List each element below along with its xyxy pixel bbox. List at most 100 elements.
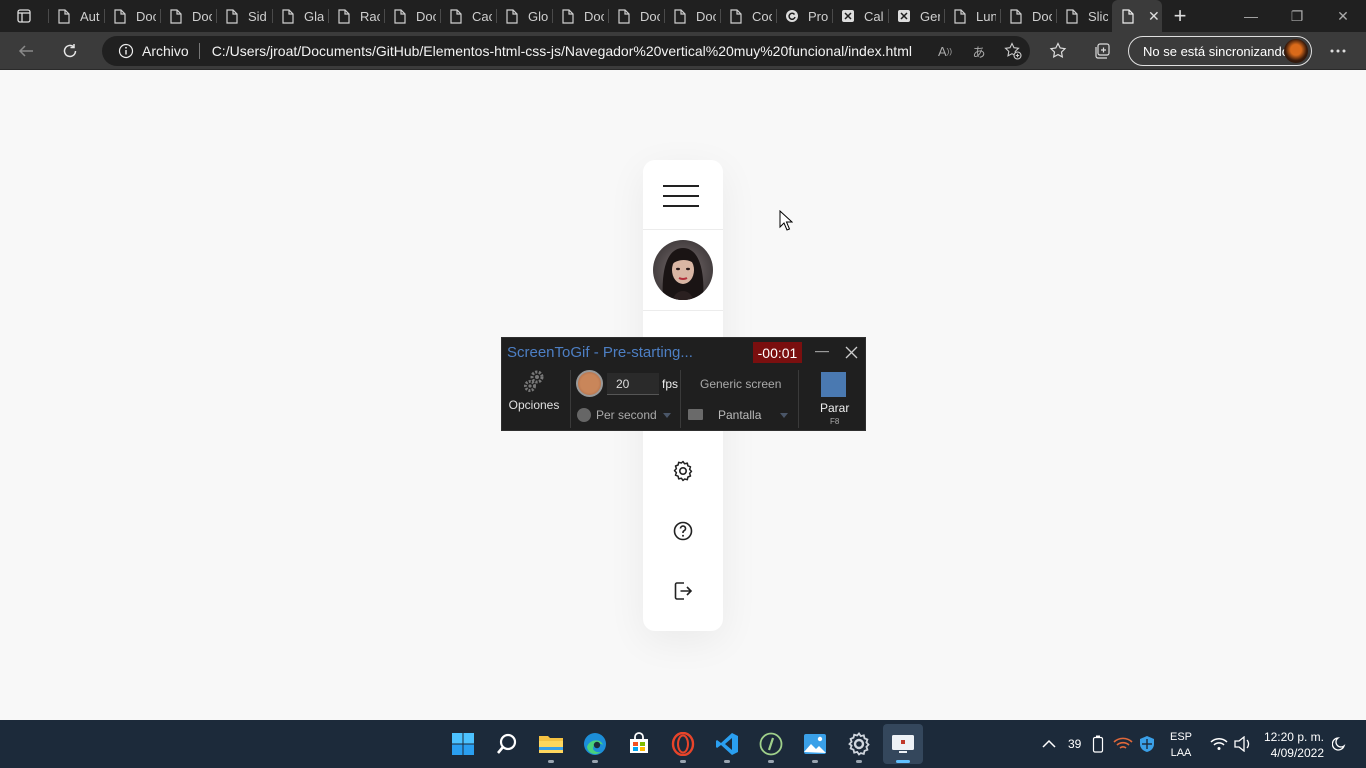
options-button[interactable]: Opciones [507,368,561,428]
fps-unit-label: fps [662,377,679,391]
browser-tab[interactable]: Doc [160,0,216,32]
opera-icon[interactable] [663,724,703,764]
close-tab-icon[interactable]: ✕ [1148,8,1160,25]
collections-button[interactable] [1084,35,1120,67]
translate-icon[interactable]: あ [962,36,996,66]
reload-site-icon [784,8,800,24]
url-text[interactable]: C:/Users/jroat/Documents/GitHub/Elemento… [212,43,928,59]
fps-input[interactable]: 20 [607,373,659,395]
tray-badge[interactable]: 39 [1068,720,1081,768]
edge-icon[interactable] [575,724,615,764]
address-bar[interactable]: Archivo C:/Users/jroat/Documents/GitHub/… [102,36,1030,66]
browser-tab[interactable]: Aut [48,0,104,32]
tab-label: Doc [136,8,156,24]
battery-icon[interactable] [1092,720,1104,768]
settings-icon[interactable] [839,724,879,764]
vscode-icon[interactable] [707,724,747,764]
monitor-icon [688,409,703,420]
favorites-button[interactable] [1040,35,1076,67]
browser-tab[interactable]: Doc [104,0,160,32]
browser-tab[interactable]: Pro [776,0,832,32]
countdown-timer: -00:01 [753,342,802,363]
browser-tab[interactable]: Sid [216,0,272,32]
page-icon [560,8,576,24]
browser-tab[interactable]: Gla [272,0,328,32]
tab-active[interactable]: ✕ [1112,0,1162,32]
browser-tab[interactable]: Coc [720,0,776,32]
photos-icon[interactable] [795,724,835,764]
refresh-button[interactable] [52,35,88,67]
notifications-icon[interactable] [1332,720,1348,768]
back-button[interactable] [8,35,44,67]
add-favorite-icon[interactable] [996,36,1030,66]
new-tab-button[interactable]: + [1162,0,1198,32]
tab-actions-button[interactable] [0,0,48,32]
collections-icon [1095,43,1110,59]
screentogif-icon[interactable] [883,724,923,764]
chevron-down-icon[interactable] [780,413,788,418]
browser-toolbar: Archivo C:/Users/jroat/Documents/GitHub/… [0,32,1366,70]
page-icon [1008,8,1024,24]
site-info-button[interactable]: Archivo [102,36,199,66]
page-icon [1120,8,1136,24]
file-explorer-icon[interactable] [531,724,571,764]
volume-icon[interactable] [1234,720,1252,768]
tab-label: Rac [360,8,380,24]
tab-label: Sid [248,8,267,24]
show-hidden-icons-button[interactable] [1042,720,1056,768]
minimize-window-button[interactable]: — [1228,0,1274,32]
tab-label: Doc [1032,8,1052,24]
browser-tab[interactable]: Doc [384,0,440,32]
screen-select[interactable]: Pantalla [718,408,761,422]
browser-tab[interactable]: Slic [1056,0,1112,32]
search-icon[interactable] [487,724,527,764]
profile-avatar[interactable] [653,240,713,300]
browser-tab[interactable]: Doc [552,0,608,32]
app-icon[interactable] [751,724,791,764]
tab-label: Doc [416,8,436,24]
browser-tab[interactable]: Doc [664,0,720,32]
system-clock[interactable]: 12:20 p. m. 4/09/2022 [1262,729,1324,761]
settings-icon[interactable] [671,459,695,483]
read-aloud-icon[interactable]: A)) [928,36,962,66]
browser-tab[interactable]: Rac [328,0,384,32]
logout-icon[interactable] [671,579,695,603]
settings-more-button[interactable] [1320,35,1356,67]
security-shield-icon[interactable] [1138,720,1156,768]
browser-tab[interactable]: Glo [496,0,552,32]
frequency-select[interactable]: Per second [577,408,657,422]
browser-tab[interactable]: Cal [832,0,888,32]
menu-icon[interactable] [663,185,699,207]
running-indicator [812,760,818,763]
fps-dial-icon[interactable] [576,370,603,397]
browser-tab[interactable]: Doc [1000,0,1056,32]
chevron-down-icon[interactable] [663,413,671,418]
page-icon [392,8,408,24]
minimize-icon [815,351,829,353]
restore-window-button[interactable]: ❐ [1274,0,1320,32]
browser-tab[interactable]: Ger [888,0,944,32]
tab-label: Pro [808,8,828,24]
help-icon[interactable] [671,519,695,543]
tab-label: Doc [640,8,660,24]
stop-icon[interactable] [821,372,846,397]
browser-tab[interactable]: Lun [944,0,1000,32]
minimize-recorder-button[interactable] [813,342,831,362]
close-recorder-button[interactable] [842,342,860,362]
windows-start-icon[interactable] [443,724,483,764]
store-icon[interactable] [619,724,659,764]
network-alert-icon[interactable] [1113,720,1133,768]
stop-label[interactable]: Parar [820,401,849,415]
profile-sync-button[interactable]: No se está sincronizando [1128,36,1312,66]
browser-tab[interactable]: Doc [608,0,664,32]
toolbar-separator [570,370,571,428]
tab-label: Slic [1088,8,1108,24]
screen-mode-label[interactable]: Generic screen [700,377,781,391]
keyboard-layout: LAA [1170,747,1192,759]
browser-tab[interactable]: Cac [440,0,496,32]
tab-label: Doc [584,8,604,24]
close-window-button[interactable]: ✕ [1320,0,1366,32]
wifi-icon[interactable] [1210,720,1228,768]
language-indicator[interactable]: ESP LAA [1166,729,1196,761]
profile-avatar-small [1284,39,1308,63]
